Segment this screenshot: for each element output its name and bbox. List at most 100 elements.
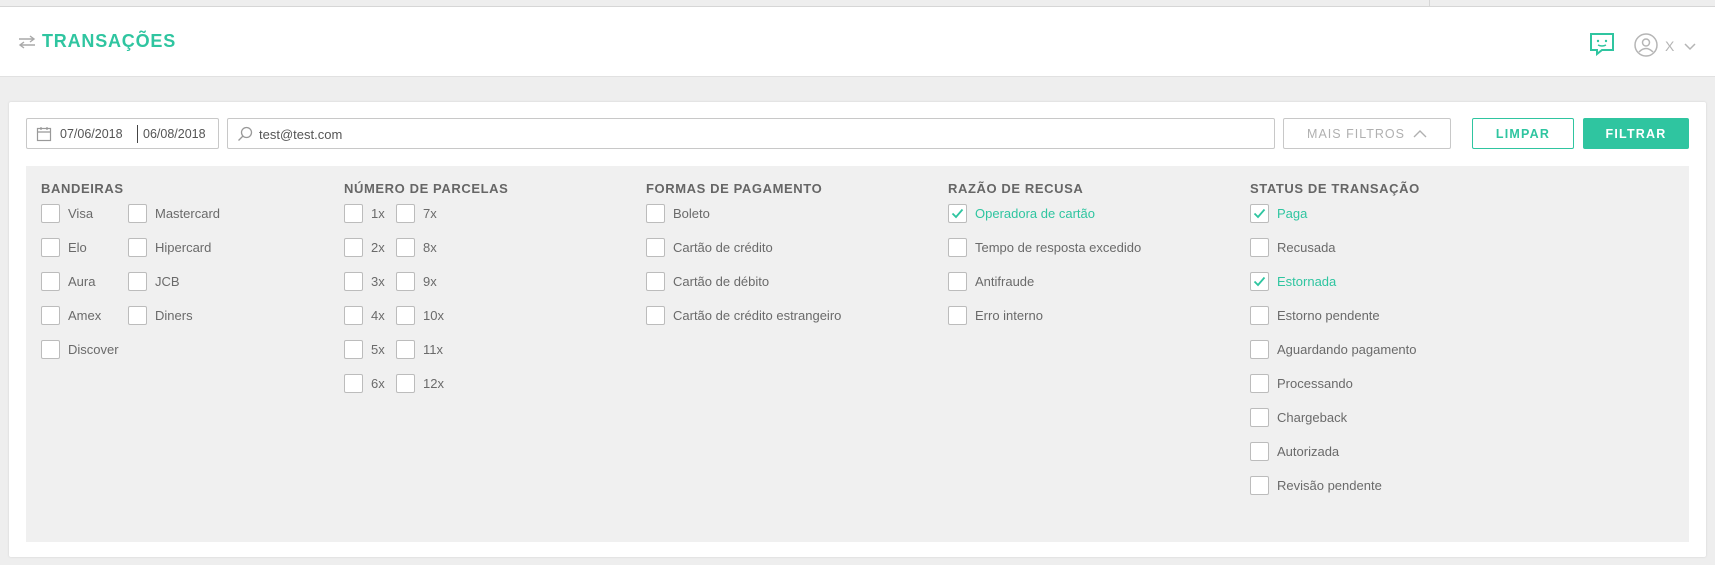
checkbox-option-recusa[interactable]: Erro interno — [948, 305, 1043, 325]
checkbox[interactable] — [396, 339, 415, 359]
search-input[interactable] — [259, 124, 1249, 144]
checkbox[interactable] — [396, 305, 415, 325]
checkbox-option-status[interactable]: Recusada — [1250, 237, 1336, 257]
checkbox-option-status[interactable]: Revisão pendente — [1250, 475, 1382, 495]
checkbox[interactable] — [396, 203, 415, 223]
checkbox-option-recusa[interactable]: Operadora de cartão — [948, 203, 1095, 223]
filter-button[interactable]: FILTRAR — [1583, 118, 1689, 149]
checkbox-option-status[interactable]: Chargeback — [1250, 407, 1347, 427]
checkbox[interactable] — [128, 237, 147, 257]
checkbox[interactable] — [1250, 339, 1269, 359]
checkbox-option-parcelas[interactable]: 10x — [396, 305, 444, 325]
checkbox[interactable] — [948, 271, 967, 291]
checkbox-option-status[interactable]: Aguardando pagamento — [1250, 339, 1417, 359]
checkbox-option-status[interactable]: Processando — [1250, 373, 1353, 393]
checkbox-option-status[interactable]: Estorno pendente — [1250, 305, 1380, 325]
checkbox-option-bandeiras[interactable]: Visa — [41, 203, 93, 223]
checkbox-label: Aura — [68, 273, 96, 289]
checkbox[interactable] — [1250, 373, 1269, 393]
checkbox-label: JCB — [155, 273, 180, 289]
checkbox-option-pagamento[interactable]: Cartão de débito — [646, 271, 769, 291]
user-name[interactable]: X — [1665, 38, 1674, 54]
checkbox-option-parcelas[interactable]: 4x — [344, 305, 385, 325]
checkbox-option-status[interactable]: Paga — [1250, 203, 1307, 223]
checkbox-option-bandeiras[interactable]: Mastercard — [128, 203, 220, 223]
checkbox-option-bandeiras[interactable]: Elo — [41, 237, 87, 257]
checkbox-option-bandeiras[interactable]: Aura — [41, 271, 95, 291]
checkbox[interactable] — [646, 203, 665, 223]
checkbox[interactable] — [41, 305, 60, 325]
checkbox[interactable] — [396, 373, 415, 393]
checkbox-option-pagamento[interactable]: Boleto — [646, 203, 710, 223]
checkbox-label: Recusada — [1277, 239, 1336, 255]
window-top-edge — [0, 0, 1715, 7]
checkbox[interactable] — [1250, 407, 1269, 427]
checkbox-label: 8x — [423, 239, 437, 255]
checkbox-option-parcelas[interactable]: 5x — [344, 339, 385, 359]
clear-button[interactable]: LIMPAR — [1472, 118, 1574, 149]
checkbox[interactable] — [344, 237, 363, 257]
checkbox-option-status[interactable]: Estornada — [1250, 271, 1336, 291]
checkbox[interactable] — [41, 237, 60, 257]
checkbox[interactable] — [344, 271, 363, 291]
checkbox-checked[interactable] — [948, 203, 967, 223]
date-to[interactable]: 06/08/2018 — [143, 127, 206, 141]
checkbox-option-bandeiras[interactable]: Discover — [41, 339, 119, 359]
checkbox-label: 1x — [371, 205, 385, 221]
more-filters-button[interactable]: MAIS FILTROS — [1283, 118, 1451, 149]
checkbox-option-parcelas[interactable]: 2x — [344, 237, 385, 257]
checkbox[interactable] — [948, 237, 967, 257]
checkbox-option-bandeiras[interactable]: JCB — [128, 271, 180, 291]
checkbox[interactable] — [396, 237, 415, 257]
checkbox-option-status[interactable]: Autorizada — [1250, 441, 1339, 461]
checkbox[interactable] — [646, 271, 665, 291]
checkbox[interactable] — [41, 339, 60, 359]
checkbox[interactable] — [1250, 475, 1269, 495]
checkbox[interactable] — [1250, 441, 1269, 461]
checkbox-label: Estorno pendente — [1277, 307, 1380, 323]
checkbox[interactable] — [128, 203, 147, 223]
checkbox-option-parcelas[interactable]: 9x — [396, 271, 437, 291]
checkbox[interactable] — [646, 237, 665, 257]
checkbox[interactable] — [948, 305, 967, 325]
checkbox-option-parcelas[interactable]: 7x — [396, 203, 437, 223]
checkbox[interactable] — [41, 203, 60, 223]
checkbox-option-parcelas[interactable]: 11x — [396, 339, 443, 359]
checkbox-option-parcelas[interactable]: 8x — [396, 237, 437, 257]
checkbox[interactable] — [344, 305, 363, 325]
checkbox[interactable] — [396, 271, 415, 291]
checkbox-option-parcelas[interactable]: 1x — [344, 203, 385, 223]
checkbox[interactable] — [1250, 237, 1269, 257]
checkbox[interactable] — [128, 271, 147, 291]
date-range-picker[interactable]: 07/06/2018 06/08/2018 — [26, 118, 219, 149]
checkbox-checked[interactable] — [1250, 203, 1269, 223]
checkbox-option-bandeiras[interactable]: Amex — [41, 305, 101, 325]
checkbox-option-pagamento[interactable]: Cartão de crédito — [646, 237, 773, 257]
checkbox[interactable] — [344, 339, 363, 359]
swap-arrows-icon[interactable] — [17, 34, 37, 50]
checkbox[interactable] — [1250, 305, 1269, 325]
checkbox[interactable] — [344, 203, 363, 223]
checkbox-checked[interactable] — [1250, 271, 1269, 291]
chat-icon[interactable] — [1589, 32, 1615, 56]
search-field[interactable] — [227, 118, 1275, 149]
checkbox-option-recusa[interactable]: Tempo de resposta excedido — [948, 237, 1141, 257]
checkbox[interactable] — [344, 373, 363, 393]
user-avatar-icon[interactable] — [1634, 33, 1658, 57]
checkbox-option-bandeiras[interactable]: Hipercard — [128, 237, 211, 257]
checkbox-label: 7x — [423, 205, 437, 221]
checkbox-option-bandeiras[interactable]: Diners — [128, 305, 193, 325]
checkbox-option-pagamento[interactable]: Cartão de crédito estrangeiro — [646, 305, 841, 325]
checkbox[interactable] — [128, 305, 147, 325]
checkbox-option-recusa[interactable]: Antifraude — [948, 271, 1034, 291]
chevron-down-icon[interactable] — [1684, 43, 1696, 51]
checkbox-option-parcelas[interactable]: 6x — [344, 373, 385, 393]
checkbox[interactable] — [41, 271, 60, 291]
group-title-recusa: RAZÃO DE RECUSA — [948, 181, 1084, 196]
checkbox-option-parcelas[interactable]: 3x — [344, 271, 385, 291]
checkbox-label: Revisão pendente — [1277, 477, 1382, 493]
checkbox[interactable] — [646, 305, 665, 325]
checkbox-option-parcelas[interactable]: 12x — [396, 373, 444, 393]
date-from[interactable]: 07/06/2018 — [60, 127, 123, 141]
checkmark-icon — [1253, 276, 1266, 286]
